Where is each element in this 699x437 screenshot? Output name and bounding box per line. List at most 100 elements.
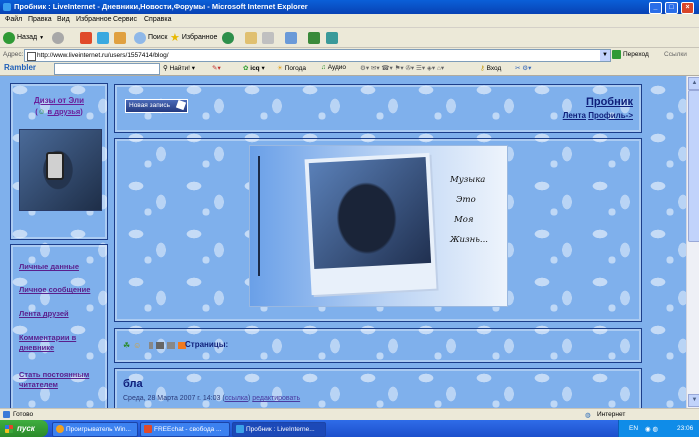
chevron-down-icon[interactable]: ▼	[600, 50, 610, 61]
rambler-logo: Rambler	[4, 63, 37, 72]
page-viewport[interactable]: Дизы от Эли (☺ в друзья) Личные данные Л…	[0, 76, 686, 408]
profile-link[interactable]: Профиль->	[588, 111, 633, 120]
system-tray: EN ◉ ◍ 23:06	[618, 420, 699, 437]
task-liveinternet[interactable]: Пробник : LiveInterne...	[232, 422, 326, 437]
minimize-button[interactable]: _	[649, 2, 662, 14]
address-label: Адрес:	[3, 51, 24, 58]
menu-favorites[interactable]: Избранное	[76, 16, 111, 23]
profile-username[interactable]: Дизы от Эли	[11, 96, 107, 105]
stop-button[interactable]	[80, 30, 92, 45]
print-icon[interactable]	[156, 342, 165, 349]
blog-header-box: Новая запись Пробник Лента Профиль->	[114, 84, 642, 133]
scrollbar-thumb[interactable]	[688, 90, 699, 242]
refresh-button[interactable]	[97, 30, 109, 45]
address-bar: Адрес: http://www.liveinternet.ru/users/…	[0, 48, 699, 63]
smile-icon[interactable]: ☺	[133, 341, 141, 350]
pagination-box: ☘ ☺ Страницы:	[114, 328, 642, 363]
menu-tools[interactable]: Сервис	[113, 16, 137, 23]
new-post-button[interactable]: Новая запись	[125, 99, 188, 113]
mail-button[interactable]	[285, 30, 297, 45]
taskbar: пуск Проигрыватель Win... FREEchat - сво…	[0, 420, 699, 437]
standard-toolbar: Назад ▼ Поиск ★ Избранное	[0, 28, 699, 48]
window-title: Пробник : LiveInternet - Дневники,Новост…	[14, 2, 308, 11]
media-button[interactable]	[222, 30, 234, 45]
blog-banner-box: Музыка Это Моя Жизнь...	[114, 138, 642, 322]
sidebar-link-friends-feed[interactable]: Лента друзей	[19, 309, 69, 319]
post-meta: Среда, 28 Марта 2007 г. 14:03 (ссылка) р…	[123, 395, 301, 402]
forward-arrow-icon	[52, 31, 64, 44]
sun-icon: ☀	[277, 65, 283, 72]
menu-edit[interactable]: Правка	[28, 16, 52, 23]
icq-button[interactable]: ✿ icq ▾	[243, 64, 265, 72]
window-title-bar[interactable]: Пробник : LiveInternet - Дневники,Новост…	[0, 0, 699, 14]
menu-bar: Файл Правка Вид Избранное Сервис Справка	[0, 14, 699, 28]
menu-help[interactable]: Справка	[144, 16, 171, 23]
messenger-icon	[308, 31, 320, 44]
back-arrow-icon	[3, 31, 15, 44]
refresh-icon	[97, 31, 109, 44]
sidebar-link-become-reader[interactable]: Стать постоянным читателем	[19, 370, 103, 390]
rambler-tools-icons[interactable]: ⚙▾ ✉▾ ☎▾ ⚑▾ ✇▾ ☰▾ ◈▾ ⌂▾	[360, 64, 444, 72]
headphones-icon	[46, 152, 64, 180]
links-button[interactable]: Ссылки	[664, 51, 687, 58]
print-button[interactable]	[262, 30, 274, 45]
forward-button[interactable]	[52, 30, 64, 45]
research-icon	[326, 31, 338, 44]
settings-icon[interactable]: ✂ ⚙▾	[515, 64, 531, 72]
sidebar-link-personal-data[interactable]: Личные данные	[19, 262, 79, 272]
back-button[interactable]: Назад ▼	[3, 30, 44, 45]
search-button[interactable]: Поиск	[134, 30, 167, 45]
ie-page-icon	[236, 425, 244, 434]
add-friend-link[interactable]: (☺ в друзья)	[11, 107, 107, 116]
rambler-find-button[interactable]: ⚲ Найти! ▾	[163, 64, 195, 72]
mail-icon[interactable]	[167, 342, 176, 349]
post-box: бла Среда, 28 Марта 2007 г. 14:03 (ссылк…	[114, 368, 642, 408]
sidebar-link-private-message[interactable]: Личное сообщение	[19, 285, 90, 295]
headphone-cord	[258, 156, 260, 276]
address-input[interactable]: http://www.liveinternet.ru/users/1557414…	[24, 49, 611, 62]
tray-icons[interactable]: ◉ ◍	[645, 425, 658, 433]
post-permalink[interactable]: ссылка	[225, 395, 248, 402]
go-arrow-icon	[612, 50, 621, 59]
task-freechat[interactable]: FREEchat - свобода ...	[140, 422, 230, 437]
feed-link[interactable]: Лента	[563, 111, 586, 120]
weather-button[interactable]: ☀ Погода	[277, 64, 306, 72]
rambler-search-input[interactable]	[54, 63, 160, 75]
header-nav: Лента Профиль->	[563, 111, 633, 120]
avatar[interactable]	[19, 129, 102, 211]
rss-leaf-icon[interactable]: ☘	[123, 341, 130, 350]
audio-icon: ♫	[321, 64, 326, 71]
key-icon: ⚷	[480, 65, 485, 72]
pages-label: Страницы:	[185, 340, 229, 349]
favorites-button[interactable]: ★ Избранное	[170, 30, 217, 45]
history-icon	[245, 31, 257, 44]
clock: 23:06	[677, 425, 694, 432]
research-button[interactable]	[326, 30, 338, 45]
mobile-icon[interactable]	[149, 342, 154, 349]
task-media-player[interactable]: Проигрыватель Win...	[52, 422, 138, 437]
sidebar-link-comments[interactable]: Комментарии в дневнике	[19, 333, 103, 353]
media-player-icon	[56, 425, 64, 434]
close-button[interactable]: ×	[681, 2, 694, 14]
blog-title[interactable]: Пробник	[586, 96, 633, 108]
start-button[interactable]: пуск	[0, 420, 48, 437]
rambler-login-button[interactable]: ⚷ Вход	[480, 64, 501, 72]
go-button[interactable]: Переход	[612, 50, 649, 59]
menu-file[interactable]: Файл	[5, 16, 22, 23]
media-icon	[222, 31, 234, 44]
post-title[interactable]: бла	[123, 378, 143, 390]
globe-icon: ◍	[585, 412, 591, 419]
language-indicator[interactable]: EN	[629, 425, 638, 432]
audio-button[interactable]: ♫ Аудио	[321, 64, 346, 71]
vertical-scrollbar[interactable]: ▲ ▼	[686, 76, 699, 408]
menu-view[interactable]: Вид	[57, 16, 70, 23]
history-button[interactable]	[245, 30, 257, 45]
highlight-icon[interactable]: ✎▾	[212, 64, 221, 72]
home-button[interactable]	[114, 30, 126, 45]
scroll-down-icon[interactable]: ▼	[688, 394, 699, 407]
post-edit-link[interactable]: редактировать	[252, 395, 300, 402]
messenger-button[interactable]	[308, 30, 320, 45]
photo-frame	[304, 152, 437, 296]
scroll-up-icon[interactable]: ▲	[688, 77, 699, 90]
maximize-button[interactable]: □	[665, 2, 678, 14]
